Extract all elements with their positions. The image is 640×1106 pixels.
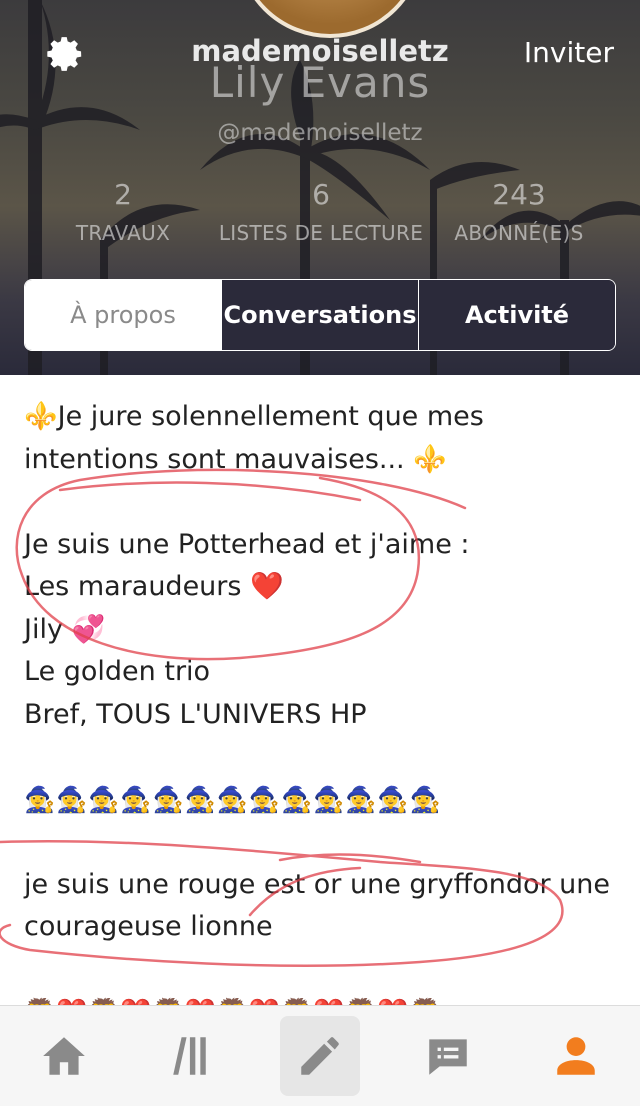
write-icon [301, 1037, 339, 1075]
nav-messages[interactable] [384, 1006, 512, 1106]
about-line [24, 736, 624, 779]
profile-icon [557, 1037, 595, 1075]
stat-reading-lists-count: 6 [312, 178, 330, 211]
nav-profile[interactable] [512, 1006, 640, 1106]
tab-conversations[interactable]: Conversations [221, 280, 418, 350]
stat-works-count: 2 [114, 178, 132, 211]
profile-header: Lily Evans mademoiselletz Inviter @madem… [0, 0, 640, 375]
bottom-nav [0, 1005, 640, 1106]
stat-followers-label: ABONNÉ(E)S [454, 221, 584, 245]
library-icon [173, 1037, 206, 1075]
about-line: ⚜️Je jure solennellement que mes [24, 401, 484, 432]
about-text: ⚜️Je jure solennellement que mes intenti… [24, 396, 624, 1034]
user-handle: @mademoiselletz [217, 120, 423, 146]
about-line: Bref, TOUS L'UNIVERS HP [24, 698, 367, 730]
home-icon [43, 1037, 85, 1075]
tab-activity[interactable]: Activité [418, 280, 615, 350]
about-line: Jily 💞 [24, 613, 106, 645]
nav-home[interactable] [0, 1006, 128, 1106]
stat-works[interactable]: 2 TRAVAUX [18, 178, 228, 245]
about-line: courageuse lionne [24, 911, 273, 942]
invite-button[interactable]: Inviter [524, 36, 614, 69]
about-line: 🧙‍♀️🧙‍♀️🧙‍♀️🧙‍♀️🧙‍♀️🧙‍♀️🧙‍♀️🧙‍♀️🧙‍♀️🧙‍♀️… [24, 784, 442, 814]
profile-tabs: À propos Conversations Activité [24, 279, 616, 351]
tab-about[interactable]: À propos [25, 280, 221, 350]
about-line: Les maraudeurs ❤️ [24, 571, 284, 602]
messages-icon [429, 1039, 467, 1075]
stat-reading-lists-label: LISTES DE LECTURE [218, 221, 424, 245]
about-line: intentions sont mauvaises... ⚜️ [24, 443, 447, 475]
stat-works-label: TRAVAUX [75, 221, 171, 245]
about-line [24, 481, 624, 524]
stat-reading-lists[interactable]: 6 LISTES DE LECTURE [216, 178, 426, 245]
about-line [24, 821, 624, 864]
about-line: je suis une rouge est or une gryffondor … [24, 868, 611, 900]
nav-library[interactable] [128, 1006, 256, 1106]
about-line: Je suis une Potterhead et j'aime : [24, 528, 470, 560]
about-line [24, 949, 624, 992]
write-button-bg [280, 1016, 360, 1096]
nav-write[interactable] [256, 1006, 384, 1106]
stat-followers[interactable]: 243 ABONNÉ(E)S [414, 178, 624, 245]
stat-followers-count: 243 [492, 178, 546, 211]
about-line: Le golden trio [24, 656, 211, 687]
